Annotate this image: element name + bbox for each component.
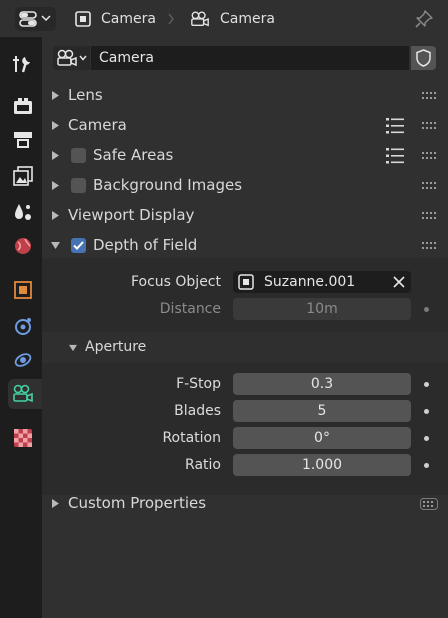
- properties-tab-strip: [0, 37, 42, 618]
- scene-icon: [15, 204, 31, 220]
- output-icon: [14, 132, 32, 148]
- breadcrumb-separator-icon: [168, 13, 174, 25]
- texture-icon: [14, 429, 32, 447]
- keyframe-dot-icon[interactable]: [424, 436, 429, 441]
- datablock-name-field[interactable]: Camera: [91, 46, 409, 70]
- drag-grip-icon[interactable]: [422, 182, 436, 190]
- object-icon: [238, 274, 254, 290]
- panel-safe-areas[interactable]: Safe Areas: [42, 141, 448, 170]
- drag-grip-icon[interactable]: [422, 152, 436, 160]
- ratio-label: Ratio: [185, 457, 221, 473]
- panel-lens-label: Lens: [68, 86, 103, 104]
- keyframe-dot-icon[interactable]: [424, 382, 429, 387]
- tab-texture[interactable]: [8, 423, 38, 453]
- collapse-right-icon: [52, 211, 59, 220]
- tab-world[interactable]: [8, 231, 38, 261]
- background-images-checkbox[interactable]: [71, 178, 86, 193]
- panel-lens[interactable]: Lens: [42, 81, 448, 110]
- tab-physics[interactable]: [8, 345, 38, 375]
- drag-grip-icon[interactable]: [422, 92, 436, 100]
- checkmark-icon: [73, 241, 84, 250]
- drag-grip-icon[interactable]: [422, 212, 436, 220]
- camera-data-icon: [13, 384, 33, 403]
- drag-grip-icon[interactable]: [422, 122, 436, 130]
- constraints-icon: [15, 318, 31, 335]
- tab-render[interactable]: [8, 91, 38, 121]
- tab-camera-data[interactable]: [8, 379, 42, 409]
- tool-icon: [13, 56, 30, 73]
- tab-view-layer[interactable]: [8, 161, 38, 191]
- close-icon[interactable]: [393, 276, 405, 288]
- focus-object-value: Suzanne.001: [264, 274, 356, 290]
- focus-object-label: Focus Object: [130, 274, 221, 290]
- panel-background-images-label: Background Images: [93, 176, 243, 194]
- drag-grip-icon[interactable]: [420, 498, 438, 510]
- keyframe-dot-icon[interactable]: [424, 307, 429, 312]
- presets-list-icon[interactable]: [386, 117, 404, 135]
- panel-depth-of-field-label: Depth of Field: [93, 236, 198, 254]
- panel-camera-label: Camera: [68, 116, 127, 134]
- camera-datablock-selector: Camera: [53, 46, 436, 70]
- datablock-browse-button[interactable]: [53, 46, 90, 70]
- tab-tool[interactable]: [8, 49, 38, 79]
- rotation-field[interactable]: 0°: [233, 427, 411, 449]
- keyframe-dot-icon[interactable]: [424, 409, 429, 414]
- subpanel-aperture[interactable]: Aperture: [42, 332, 448, 363]
- breadcrumb-object[interactable]: Camera: [101, 10, 156, 28]
- expand-down-icon: [69, 344, 77, 352]
- tab-output[interactable]: [8, 125, 38, 155]
- tab-object[interactable]: [8, 275, 38, 305]
- properties-panel: Camera Lens Camera Safe Areas Background…: [42, 37, 448, 618]
- rotation-label: Rotation: [162, 430, 221, 446]
- depth-of-field-checkbox[interactable]: [71, 238, 86, 253]
- chevron-down-icon: [79, 55, 87, 61]
- object-properties-icon: [14, 281, 32, 299]
- fstop-field[interactable]: 0.3: [233, 373, 411, 395]
- blades-label: Blades: [174, 403, 221, 419]
- tab-scene[interactable]: [8, 197, 38, 227]
- panel-safe-areas-label: Safe Areas: [93, 146, 174, 164]
- distance-field[interactable]: 10m: [233, 298, 411, 320]
- properties-editor-icon: [19, 11, 37, 27]
- ratio-field[interactable]: 1.000: [233, 454, 411, 476]
- collapse-right-icon: [52, 151, 59, 160]
- collapse-right-icon: [52, 121, 59, 130]
- world-icon: [15, 238, 31, 254]
- panel-background-images[interactable]: Background Images: [42, 171, 448, 200]
- subpanel-aperture-label: Aperture: [85, 339, 147, 355]
- object-icon: [75, 11, 91, 27]
- focus-object-field[interactable]: Suzanne.001: [233, 271, 411, 293]
- camera-data-icon: [191, 11, 209, 27]
- presets-list-icon[interactable]: [386, 147, 404, 165]
- chevron-down-icon: [41, 15, 51, 22]
- expand-down-icon: [51, 242, 60, 249]
- panel-custom-properties[interactable]: Custom Properties: [42, 489, 448, 518]
- tab-modifiers[interactable]: [8, 311, 38, 341]
- panel-camera[interactable]: Camera: [42, 111, 448, 140]
- keyframe-dot-icon[interactable]: [424, 463, 429, 468]
- physics-icon: [14, 353, 32, 367]
- blades-field[interactable]: 5: [233, 400, 411, 422]
- panel-depth-of-field[interactable]: Depth of Field: [42, 231, 448, 260]
- safe-areas-checkbox[interactable]: [71, 148, 86, 163]
- render-icon: [14, 98, 32, 114]
- panel-viewport-display-label: Viewport Display: [68, 206, 195, 224]
- collapse-right-icon: [52, 91, 59, 100]
- drag-grip-icon[interactable]: [422, 242, 436, 250]
- distance-label: Distance: [159, 301, 221, 317]
- shield-icon: [416, 49, 431, 67]
- collapse-right-icon: [52, 181, 59, 190]
- breadcrumb-camera-data[interactable]: Camera: [220, 10, 275, 28]
- pin-icon[interactable]: [414, 9, 434, 29]
- view-layer-icon: [13, 166, 33, 186]
- panel-custom-properties-label: Custom Properties: [68, 494, 207, 512]
- panel-viewport-display[interactable]: Viewport Display: [42, 201, 448, 230]
- collapse-right-icon: [52, 499, 59, 508]
- editor-type-selector[interactable]: [15, 7, 56, 31]
- fake-user-button[interactable]: [411, 46, 436, 70]
- fstop-label: F-Stop: [176, 376, 221, 392]
- camera-data-icon: [57, 49, 77, 67]
- header-bar: Camera Camera: [0, 0, 448, 37]
